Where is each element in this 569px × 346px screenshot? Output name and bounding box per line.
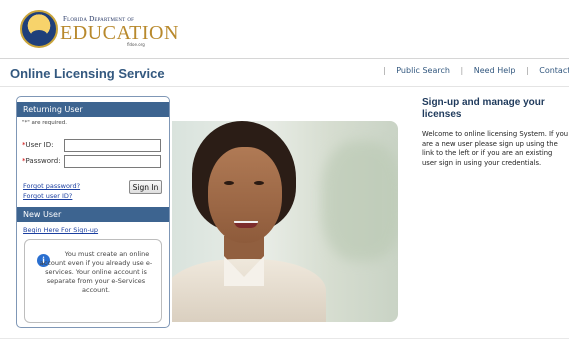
- footer-divider: [0, 338, 569, 339]
- begin-signup-link[interactable]: Begin Here For Sign-up: [23, 226, 98, 234]
- password-input[interactable]: [64, 155, 161, 168]
- required-note: "*" are required.: [22, 120, 67, 126]
- signup-heading: Sign-up and manage your licenses: [422, 97, 545, 120]
- title-divider: [0, 86, 569, 87]
- header-divider: [0, 58, 569, 59]
- photo-shirt: [172, 259, 326, 322]
- password-label-text: Password:: [25, 157, 61, 165]
- account-notice-text: You must create an online account even i…: [39, 250, 153, 294]
- login-panel: Returning User "*" are required. *User I…: [16, 96, 170, 328]
- state-seal-icon: [20, 10, 58, 48]
- photo-smile: [234, 221, 258, 228]
- page-title: Online Licensing Service: [10, 66, 165, 81]
- fldoe-logo[interactable]: Florida Department of EDUCATION fldoe.or…: [20, 10, 178, 52]
- hero-photo: [172, 121, 398, 322]
- forgot-password-link[interactable]: Forgot password?: [23, 182, 80, 190]
- public-search-link[interactable]: Public Search: [396, 66, 450, 75]
- nav-separator: |: [460, 66, 464, 75]
- user-id-label-text: User ID:: [25, 141, 54, 149]
- forgot-user-id-link[interactable]: Forgot user ID?: [23, 192, 72, 200]
- photo-background: [322, 141, 398, 261]
- logo-line-2: EDUCATION: [60, 22, 179, 44]
- signup-description: Welcome to online licensing System. If y…: [422, 130, 569, 167]
- photo-eye: [224, 181, 234, 185]
- user-id-input[interactable]: [64, 139, 161, 152]
- photo-face: [208, 147, 282, 243]
- new-user-heading: New User: [17, 207, 169, 222]
- password-label: *Password:: [22, 157, 61, 165]
- returning-user-heading: Returning User: [17, 102, 169, 117]
- nav-separator: |: [525, 66, 529, 75]
- logo-line-3: fldoe.org: [127, 42, 145, 47]
- contact-us-link[interactable]: Contact Us: [539, 66, 569, 75]
- sign-in-button[interactable]: Sign In: [129, 180, 162, 194]
- top-nav: | Public Search | Need Help | Contact Us: [375, 66, 569, 75]
- account-notice: i You must create an online account even…: [24, 239, 162, 323]
- user-id-label: *User ID:: [22, 141, 54, 149]
- photo-eye: [254, 181, 264, 185]
- need-help-link[interactable]: Need Help: [474, 66, 516, 75]
- nav-separator: |: [383, 66, 386, 75]
